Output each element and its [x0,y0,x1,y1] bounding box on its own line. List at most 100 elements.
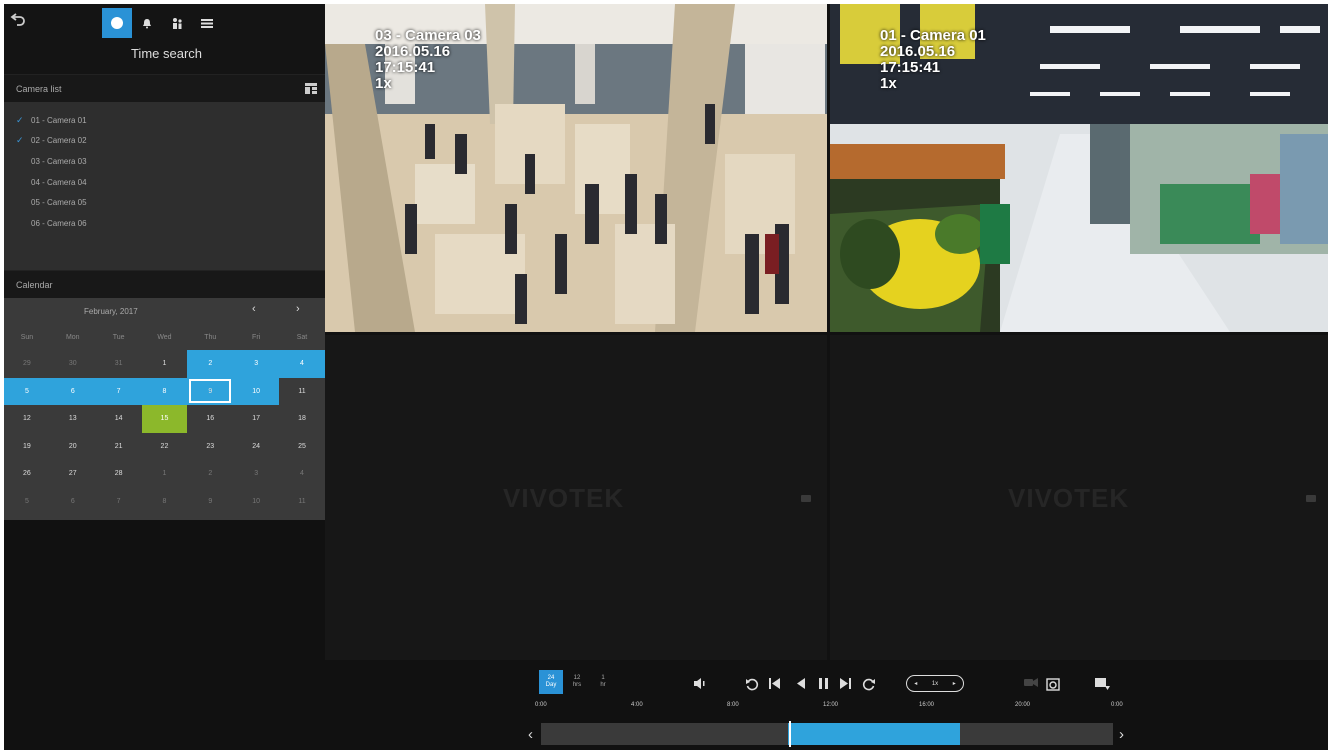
time-range-button[interactable]: 12 hrs [565,670,589,694]
calendar-day[interactable]: 30 [50,350,96,378]
camera-off-icon[interactable] [1024,678,1038,690]
video-tile-camera-01[interactable]: 01 - Camera 01 2016.05.16 17:15:41 1x [830,4,1328,332]
calendar-day-number: 21 [114,442,123,450]
video-tile-empty-2[interactable]: VIVOTEK [830,335,1328,660]
calendar-day[interactable]: 8 [141,377,188,405]
calendar-day[interactable]: 7 [95,377,142,405]
calendar-day[interactable]: 3 [233,350,280,378]
camera-list-item[interactable]: 03 - Camera 03 [4,151,325,172]
calendar-day[interactable]: 13 [50,405,96,433]
speed-value: 1x [931,680,939,687]
calendar-day[interactable]: 14 [96,405,142,433]
export-icon[interactable] [1095,678,1110,693]
skip-end-icon[interactable] [840,678,851,692]
calendar-day-number: 6 [70,497,75,505]
playback-icon[interactable] [102,8,132,38]
calendar-day[interactable]: 3 [233,460,279,488]
calendar-day[interactable]: 10 [233,488,279,516]
calendar-day[interactable]: 11 [279,378,325,406]
calendar-day-selected[interactable]: 9 [187,377,234,405]
calendar-day[interactable]: 26 [4,460,50,488]
calendar-day-number: 22 [160,442,169,450]
video-tile-empty-1[interactable]: VIVOTEK [325,335,827,660]
camera-list-item[interactable]: ✓ 01 - Camera 01 [4,110,325,131]
time-range-button[interactable]: 1 hr [591,670,615,694]
timeline-next-button[interactable]: › [1119,726,1124,743]
calendar-nav: February, 2017 ‹ › [4,298,325,324]
calendar-day[interactable]: 23 [187,433,233,461]
back-icon[interactable] [10,12,32,32]
camera-list-item[interactable]: 04 - Camera 04 [4,172,325,193]
camera-list: ✓ 01 - Camera 01 ✓ 02 - Camera 02 03 - Camer… [4,102,325,270]
skip-start-icon[interactable] [769,678,780,692]
calendar-day-number: 7 [116,387,121,395]
calendar-day[interactable]: 16 [187,405,233,433]
check-icon[interactable]: ✓ [16,115,26,126]
calendar-day[interactable]: 2 [187,350,234,378]
alarm-icon[interactable] [132,8,162,38]
calendar-day-number: 11 [298,387,306,395]
calendar-day-today[interactable]: 15 [141,405,188,433]
calendar-day[interactable]: 6 [49,377,96,405]
calendar-day[interactable]: 29 [4,350,50,378]
calendar-day[interactable]: 12 [4,405,50,433]
calendar-day-number: 11 [298,497,306,505]
rewind-icon[interactable] [745,678,759,694]
calendar-weekdays: Sun Mon Tue Wed Thu Fri Sat [4,324,325,350]
calendar-day[interactable]: 4 [279,350,325,378]
calendar-day[interactable]: 7 [96,488,142,516]
calendar-day[interactable]: 1 [142,460,188,488]
calendar-day-number: 10 [252,387,261,395]
snapshot-icon[interactable] [1046,678,1060,694]
forward-icon[interactable] [862,678,876,694]
calendar-day[interactable]: 11 [279,488,325,516]
calendar-day[interactable]: 5 [4,377,50,405]
sidebar: Time search Camera list ✓ 01 - Camera 01 ✓… [4,4,325,750]
calendar-day[interactable]: 1 [142,350,188,378]
calendar-day[interactable]: 20 [50,433,96,461]
calendar-day-number: 20 [68,442,77,450]
time-range-button[interactable]: 24 Day [539,670,563,694]
weekday-label: Sun [20,333,34,341]
calendar-day[interactable]: 10 [233,377,280,405]
calendar-day-number: 12 [23,415,31,423]
calendar-day[interactable]: 2 [187,460,233,488]
calendar-day[interactable]: 9 [187,488,233,516]
list-icon[interactable] [192,8,222,38]
camera-03-name: 03 - Camera 03 [375,27,481,44]
check-icon[interactable]: ✓ [16,135,26,146]
calendar-day[interactable]: 21 [96,433,142,461]
calendar-day[interactable]: 8 [142,488,188,516]
calendar-day[interactable]: 22 [142,433,188,461]
next-month-button[interactable]: › [296,303,300,315]
calendar-day[interactable]: 18 [279,405,325,433]
speed-up-icon[interactable]: ▸ [953,680,956,687]
calendar-day[interactable]: 25 [279,433,325,461]
calendar-day[interactable]: 24 [233,433,279,461]
volume-icon[interactable] [694,678,706,692]
camera-01-date: 2016.05.16 [880,43,956,60]
camera-list-item[interactable]: ✓ 02 - Camera 02 [4,131,325,152]
people-icon[interactable] [162,8,192,38]
camera-list-item[interactable]: 05 - Camera 05 [4,192,325,213]
playhead[interactable] [789,721,791,747]
prev-month-button[interactable]: ‹ [252,303,256,315]
calendar-day[interactable]: 19 [4,433,50,461]
calendar-day[interactable]: 17 [233,405,279,433]
speed-control[interactable]: ◂ 1x ▸ [906,675,964,692]
calendar-day[interactable]: 4 [279,460,325,488]
calendar-day[interactable]: 28 [96,460,142,488]
video-tile-camera-03[interactable]: 03 - Camera 03 2016.05.16 17:15:41 1x [325,4,827,332]
calendar-day[interactable]: 6 [50,488,96,516]
pause-icon[interactable] [819,678,829,692]
timeline-prev-button[interactable]: ‹ [528,726,533,743]
speed-down-icon[interactable]: ◂ [914,680,917,687]
calendar-day[interactable]: 5 [4,488,50,516]
timeline-track[interactable] [541,721,1113,747]
calendar-day[interactable]: 31 [96,350,142,378]
layout-icon[interactable] [305,83,317,94]
step-back-icon[interactable] [796,678,805,692]
camera-list-item[interactable]: 06 - Camera 06 [4,213,325,234]
calendar-day[interactable]: 27 [50,460,96,488]
calendar-day-number: 14 [114,415,123,423]
